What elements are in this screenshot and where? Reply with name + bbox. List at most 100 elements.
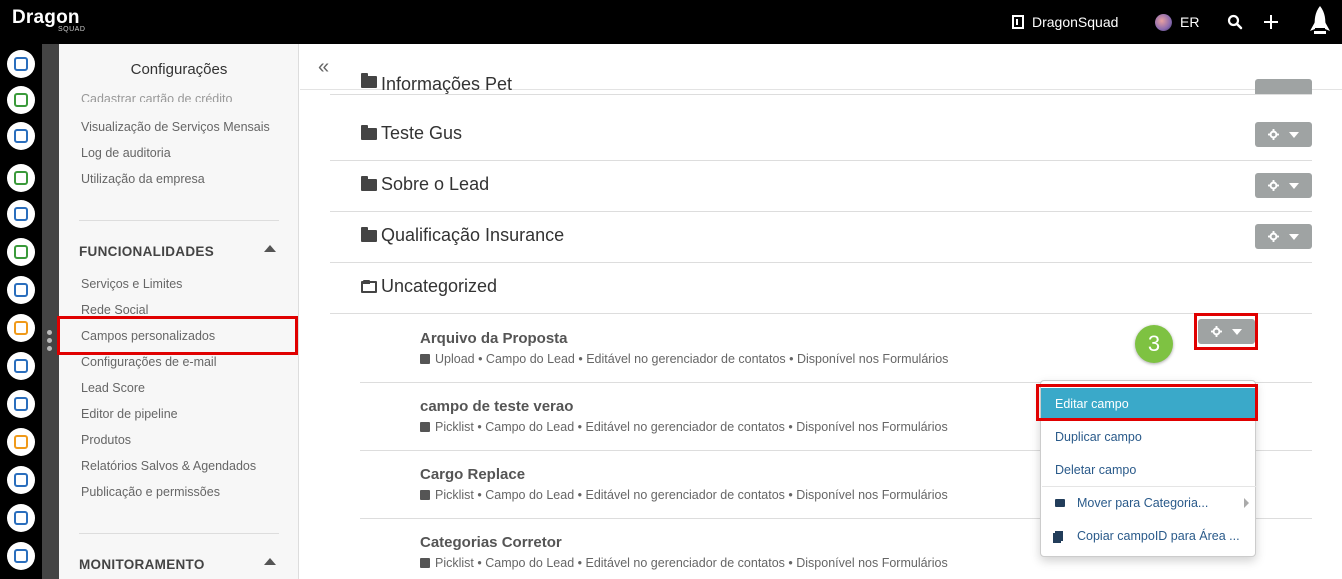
sidebar-divider [79, 533, 279, 534]
rocket-icon[interactable] [1306, 0, 1334, 44]
user-menu[interactable]: ER [1155, 0, 1199, 44]
tv-icon[interactable] [7, 390, 35, 418]
sidebar-link-configuracoes-email[interactable]: Configurações de e-mail [81, 355, 217, 369]
app-navigation-rail [0, 44, 42, 579]
collapse-caret-icon[interactable] [264, 558, 276, 565]
folder-icon [361, 227, 377, 242]
sidebar-link-servicos-mensais[interactable]: Visualização de Serviços Mensais [81, 120, 270, 134]
gear-icon [1268, 129, 1279, 140]
sidebar-link-utilizacao[interactable]: Utilização da empresa [81, 172, 205, 186]
chevron-down-icon [1289, 182, 1299, 189]
folder-open-icon [361, 280, 377, 293]
picklist-icon [420, 558, 430, 568]
field-meta-text: Picklist • Campo do Lead • Editável no g… [435, 556, 948, 570]
calendar-icon[interactable] [7, 466, 35, 494]
search-icon[interactable] [1227, 0, 1243, 44]
menu-item-mover-categoria[interactable]: Mover para Categoria... [1041, 487, 1255, 519]
field-meta-text: Picklist • Campo do Lead • Editável no g… [435, 420, 948, 434]
user-initials: ER [1180, 14, 1200, 30]
sidebar-link-editor-pipeline[interactable]: Editor de pipeline [81, 407, 178, 421]
chat-icon[interactable] [7, 314, 35, 342]
sidebar-title: Configurações [130, 61, 228, 78]
gear-icon [1268, 180, 1279, 191]
gear-icon [1268, 231, 1279, 242]
highlight-field-actions [1194, 313, 1258, 350]
contacts-icon[interactable] [7, 50, 35, 78]
top-bar: Dragon SQUAD DragonSquad ER [0, 0, 1342, 44]
folder-icon [361, 73, 377, 88]
company-name: DragonSquad [1032, 14, 1119, 30]
sidebar-link-log-auditoria[interactable]: Log de auditoria [81, 146, 171, 160]
sidebar-link-servicos-limites[interactable]: Serviços e Limites [81, 277, 182, 291]
category-row[interactable]: Qualificação Insurance [330, 212, 1312, 263]
highlight-editar-campo [1036, 384, 1258, 421]
chevron-down-icon [1289, 233, 1299, 240]
thumbs-up-icon[interactable] [7, 352, 35, 380]
field-meta-text: Picklist • Campo do Lead • Editável no g… [435, 488, 948, 502]
field-meta: Picklist • Campo do Lead • Editável no g… [420, 420, 948, 434]
sidebar-divider [79, 220, 279, 221]
field-meta: Picklist • Campo do Lead • Editável no g… [420, 556, 948, 570]
map-icon[interactable] [7, 164, 35, 192]
category-name: Teste Gus [381, 123, 463, 143]
branch-icon[interactable] [7, 200, 35, 228]
sidebar-link-relatorios[interactable]: Relatórios Salvos & Agendados [81, 459, 256, 473]
megaphone-icon[interactable] [7, 276, 35, 304]
analytics-icon[interactable] [7, 542, 35, 570]
collapse-sidebar-icon[interactable]: « [318, 56, 329, 79]
resize-handle[interactable] [47, 330, 53, 354]
chevron-right-icon [1244, 498, 1249, 508]
category-name: Sobre o Lead [381, 174, 490, 194]
highlight-campos-personalizados [57, 316, 298, 355]
field-meta: Upload • Campo do Lead • Editável no ger… [420, 352, 948, 366]
sidebar-link-lead-score[interactable]: Lead Score [81, 381, 145, 395]
list-icon[interactable] [7, 238, 35, 266]
logo-subtext: SQUAD [58, 26, 86, 33]
menu-item-deletar-campo[interactable]: Deletar campo [1041, 454, 1255, 486]
folder-icon [361, 176, 377, 191]
step-badge-3: 3 [1135, 325, 1173, 363]
folder-icon [361, 125, 377, 140]
building-icon [1012, 15, 1024, 29]
category-name: Uncategorized [381, 276, 498, 296]
folder-icon [1055, 499, 1065, 507]
category-actions-button[interactable] [1255, 79, 1312, 94]
section-funcionalidades[interactable]: FUNCIONALIDADES [79, 244, 214, 259]
sidebar-link-produtos[interactable]: Produtos [81, 433, 131, 447]
menu-item-duplicar-campo[interactable]: Duplicar campo [1041, 421, 1255, 453]
menu-item-label: Copiar campoID para Área ... [1077, 529, 1240, 543]
category-name: Qualificação Insurance [381, 225, 565, 245]
calendar-grid-icon[interactable] [7, 122, 35, 150]
menu-item-copiar-campoid[interactable]: Copiar campoID para Área ... [1041, 520, 1255, 552]
category-actions-button[interactable] [1255, 173, 1312, 198]
collapse-caret-icon[interactable] [264, 245, 276, 252]
section-monitoramento[interactable]: MONITORAMENTO [79, 557, 205, 572]
field-meta: Picklist • Campo do Lead • Editável no g… [420, 488, 948, 502]
category-actions-button[interactable] [1255, 122, 1312, 147]
settings-sidebar: Configurações Cadastrar cartão de crédit… [59, 44, 299, 579]
category-row[interactable]: Sobre o Lead [330, 161, 1312, 212]
rail-divider [42, 44, 59, 579]
field-name: Cargo Replace [420, 466, 526, 483]
sidebar-link-publicacao[interactable]: Publicação e permissões [81, 485, 220, 499]
sidebar-link-rede-social[interactable]: Rede Social [81, 303, 148, 317]
image-icon[interactable] [7, 428, 35, 456]
email-icon[interactable] [7, 86, 35, 114]
add-icon[interactable] [1263, 0, 1279, 44]
company-switcher[interactable]: DragonSquad [1012, 0, 1118, 44]
handshake-icon[interactable] [7, 504, 35, 532]
sidebar-link-cadastrar-cartao[interactable]: Cadastrar cartão de crédito [81, 92, 232, 102]
picklist-icon [420, 422, 430, 432]
category-name: Informações Pet [381, 74, 513, 94]
field-name: Arquivo da Proposta [420, 330, 568, 347]
field-meta-text: Upload • Campo do Lead • Editável no ger… [435, 352, 949, 366]
picklist-icon [420, 490, 430, 500]
copy-icon [1055, 531, 1063, 541]
category-row[interactable]: Informações Pet [330, 59, 1312, 95]
avatar [1155, 13, 1172, 31]
field-name: campo de teste verao [420, 398, 574, 415]
category-actions-button[interactable] [1255, 224, 1312, 249]
category-row[interactable]: Teste Gus [330, 110, 1312, 161]
category-row[interactable]: Uncategorized [330, 263, 1312, 314]
dragonsquad-logo[interactable]: Dragon SQUAD [12, 7, 85, 33]
